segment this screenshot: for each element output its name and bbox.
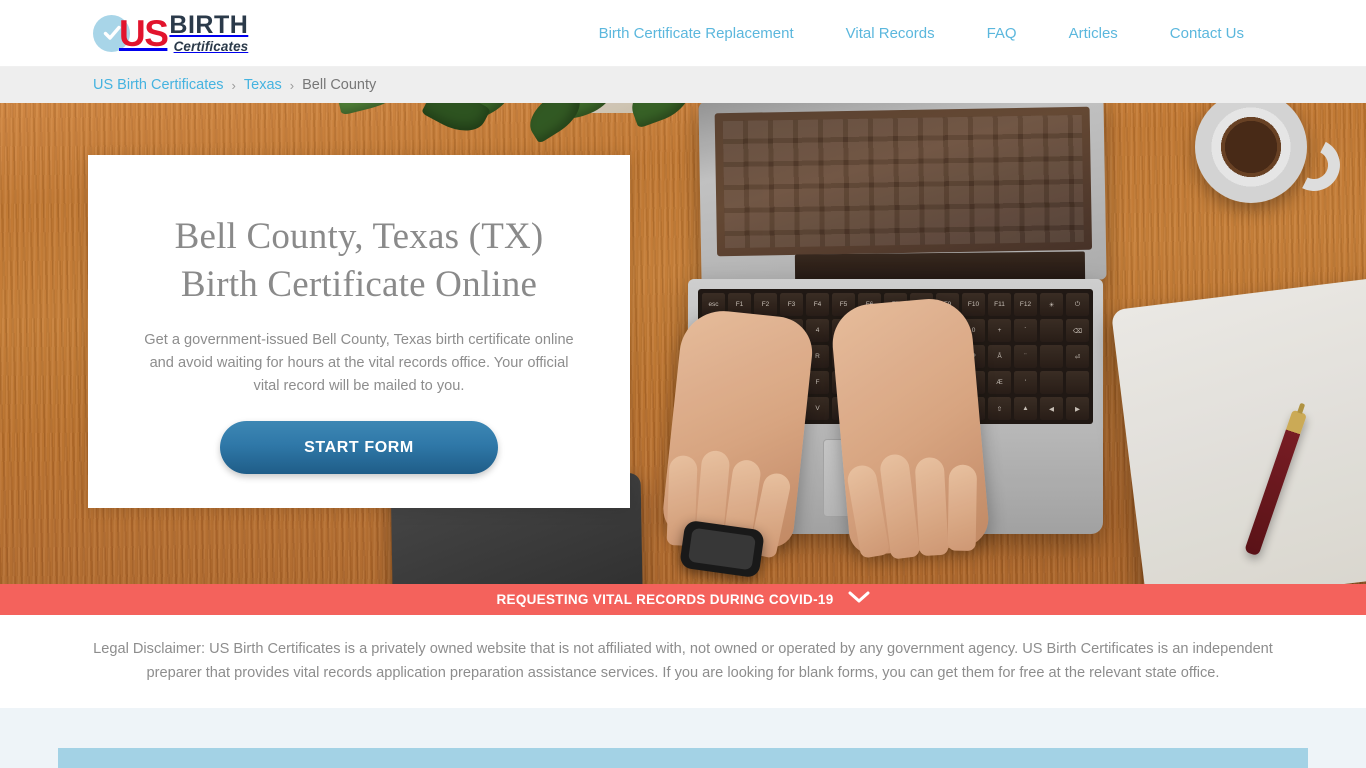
section-header-bar	[58, 748, 1308, 768]
chevron-down-icon[interactable]	[848, 590, 870, 609]
main-navigation: Birth Certificate Replacement Vital Reco…	[573, 0, 1270, 67]
site-header: US BIRTH Certificates Birth Certificate …	[0, 0, 1366, 67]
site-logo[interactable]: US BIRTH Certificates	[93, 11, 248, 55]
page-title-line-1: Bell County, Texas (TX)	[174, 216, 544, 257]
hero-content-card: Bell County, Texas (TX) Birth Certificat…	[88, 155, 630, 508]
hero-subtitle: Get a government-issued Bell County, Tex…	[144, 332, 574, 394]
page-title-line-2: Birth Certificate Online	[180, 264, 538, 306]
logo-wordmark: BIRTH Certificates	[169, 11, 249, 54]
breadcrumb-current-bell-county: Bell County	[302, 77, 377, 93]
nav-item-faq[interactable]: FAQ	[961, 25, 1043, 42]
next-section	[0, 708, 1366, 768]
page-title: Bell County, Texas (TX) Birth Certificat…	[175, 213, 544, 309]
nav-item-contact-us[interactable]: Contact Us	[1144, 25, 1270, 42]
breadcrumb-separator: ›	[231, 77, 236, 93]
breadcrumb-separator: ›	[289, 77, 295, 93]
logo-text-birth: BIRTH	[169, 11, 249, 39]
legal-disclaimer-section: Legal Disclaimer: US Birth Certificates …	[0, 615, 1366, 708]
hero-section: escF1F2F3F4F5F6F7F8F9F10F11F12☀⏻ §123456…	[0, 103, 1366, 584]
start-form-button[interactable]: START FORM	[220, 421, 498, 475]
nav-item-vital-records[interactable]: Vital Records	[820, 25, 961, 42]
logo-text-certificates: Certificates	[173, 38, 249, 54]
legal-disclaimer-text: Legal Disclaimer: US Birth Certificates …	[93, 641, 1273, 681]
covid-notice-label: REQUESTING VITAL RECORDS DURING COVID-19	[496, 592, 834, 607]
logo-text-us: US	[119, 12, 169, 54]
breadcrumb-link-texas[interactable]: Texas	[244, 77, 282, 93]
breadcrumb: US Birth Certificates › Texas › Bell Cou…	[0, 67, 1366, 103]
nav-item-articles[interactable]: Articles	[1043, 25, 1144, 42]
breadcrumb-link-home[interactable]: US Birth Certificates	[93, 77, 224, 93]
covid-notice-banner[interactable]: REQUESTING VITAL RECORDS DURING COVID-19	[0, 584, 1366, 615]
nav-item-birth-certificate-replacement[interactable]: Birth Certificate Replacement	[573, 25, 820, 42]
